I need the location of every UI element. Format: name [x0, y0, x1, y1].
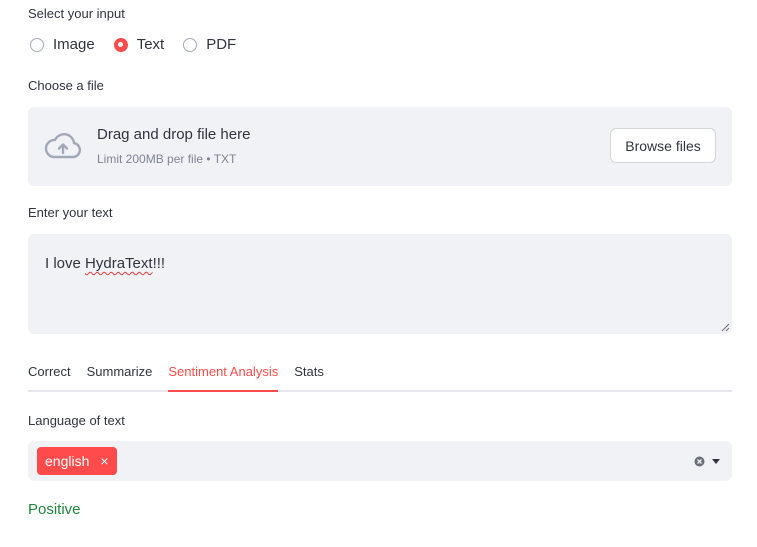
input-selector-label: Select your input [28, 6, 125, 21]
radio-option-image[interactable]: Image [30, 36, 95, 53]
radio-unchecked-icon [183, 37, 198, 52]
tab-summarize[interactable]: Summarize [87, 360, 153, 390]
cloud-upload-icon [44, 133, 82, 159]
text-value-misspelled: HydraText [85, 255, 153, 272]
radio-checked-icon [113, 37, 128, 52]
tab-correct[interactable]: Correct [28, 360, 71, 390]
tab-stats[interactable]: Stats [294, 360, 324, 390]
radio-option-text[interactable]: Text [113, 36, 165, 53]
input-radio-group: Image Text PDF [30, 36, 255, 53]
radio-unchecked-icon [30, 37, 44, 52]
radio-option-pdf[interactable]: PDF [183, 36, 236, 53]
file-upload-label: Choose a file [28, 78, 104, 93]
file-dropzone[interactable]: Drag and drop file here Limit 200MB per … [28, 107, 732, 186]
clear-all-icon[interactable] [694, 456, 705, 467]
tab-sentiment-analysis[interactable]: Sentiment Analysis [168, 360, 278, 392]
dropzone-limit: Limit 200MB per file • TXT [97, 152, 237, 166]
language-chip-label: english [45, 453, 90, 469]
chevron-down-icon[interactable] [712, 459, 720, 464]
language-multiselect[interactable]: english × [28, 441, 732, 481]
app-page: Select your input Image Text PDF Choose … [0, 0, 757, 547]
text-input-area[interactable]: I love HydraText!!! [28, 234, 732, 334]
resize-grip-icon[interactable] [721, 323, 730, 332]
language-chip: english × [37, 447, 117, 475]
text-value-suffix: !!! [152, 255, 166, 272]
browse-files-button[interactable]: Browse files [610, 128, 716, 163]
sentiment-result: Positive [28, 501, 81, 518]
text-input-label: Enter your text [28, 205, 113, 220]
function-tabs: Correct Summarize Sentiment Analysis Sta… [28, 360, 732, 392]
radio-label-pdf: PDF [206, 36, 237, 53]
chip-close-icon[interactable]: × [100, 453, 108, 469]
text-value-prefix: I love [45, 255, 86, 272]
dropzone-title: Drag and drop file here [97, 126, 251, 143]
radio-label-text: Text [136, 36, 165, 53]
language-label: Language of text [28, 413, 125, 428]
radio-label-image: Image [53, 36, 95, 53]
